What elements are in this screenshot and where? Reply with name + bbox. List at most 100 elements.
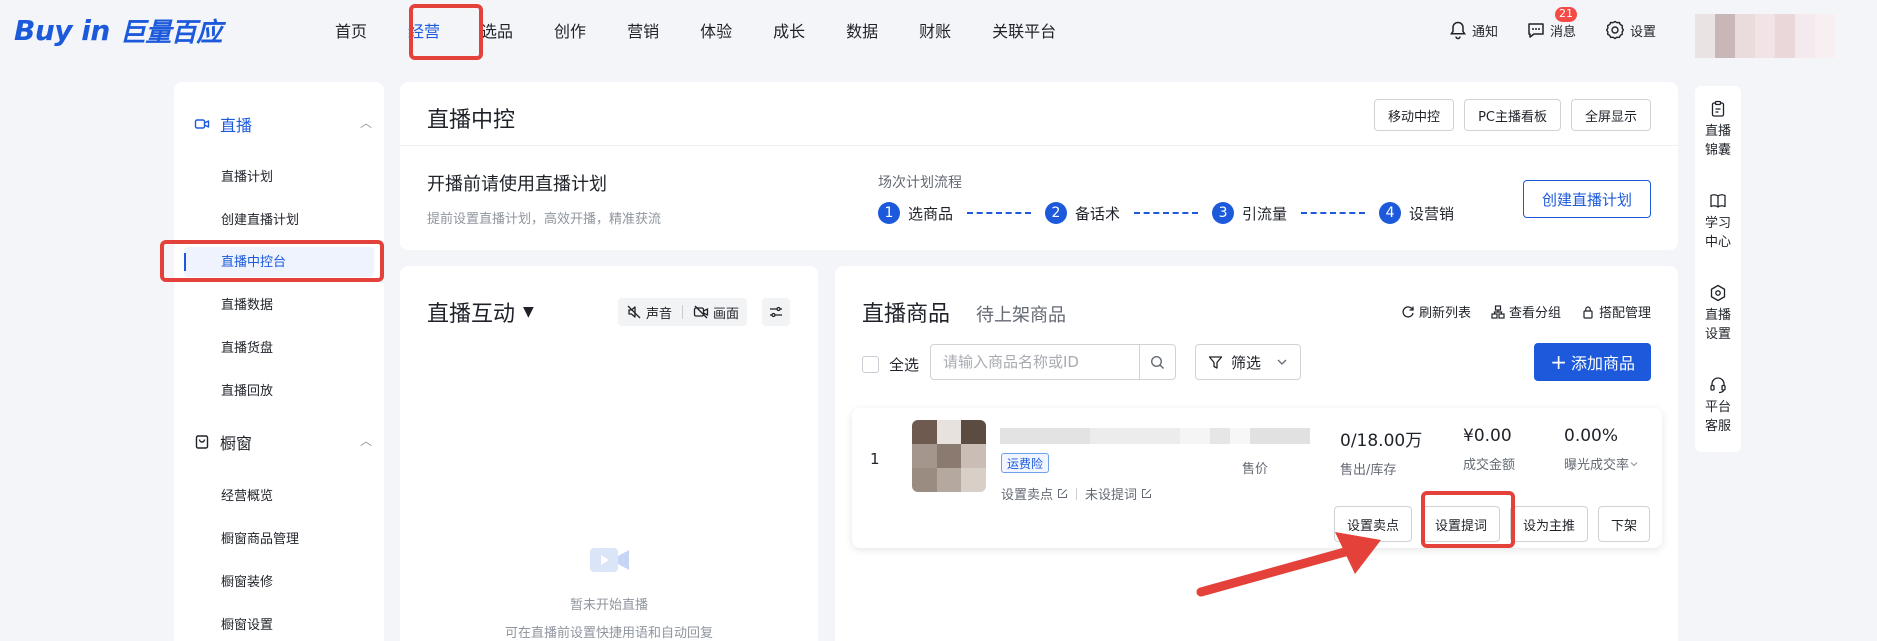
interaction-title-label: 直播互动 <box>427 302 516 327</box>
nav-marketing[interactable]: 营销 <box>627 18 659 42</box>
gear-icon <box>1606 20 1625 40</box>
console-header: 直播中控 移动中控 PC主播看板 全屏显示 开播前请使用直播计划 提前设置直播计… <box>400 82 1678 250</box>
sidebar: 直播 ︿ 直播计划 创建直播计划 直播中控台 直播数据 直播货盘 直播回放 橱窗… <box>174 82 384 641</box>
message-badge: 21 <box>1555 7 1578 22</box>
message-button[interactable]: 消息 21 <box>1526 7 1578 40</box>
fullscreen-button[interactable]: 全屏显示 <box>1570 99 1651 131</box>
select-all-checkbox[interactable] <box>862 356 879 373</box>
nav-creation[interactable]: 创作 <box>554 18 586 42</box>
sidebar-item-live-plan[interactable]: 直播计划 <box>221 166 273 185</box>
step-connector <box>1301 212 1366 214</box>
product-actions: 刷新列表 查看分组 搭配管理 <box>1381 302 1651 321</box>
sidebar-item-showcase-settings[interactable]: 橱窗设置 <box>221 614 273 633</box>
select-all[interactable]: 全选 <box>862 354 919 375</box>
sidebar-item-overview[interactable]: 经营概览 <box>221 485 273 504</box>
flow-step: 4 设营销 <box>1379 202 1454 224</box>
screen-label: 画面 <box>713 306 740 322</box>
sidebar-item-live-data[interactable]: 直播数据 <box>221 294 273 313</box>
step-number: 2 <box>1045 202 1068 224</box>
view-groups-button[interactable]: 查看分组 <box>1491 302 1561 321</box>
step-label: 设营销 <box>1409 204 1455 223</box>
tab-pending-products[interactable]: 待上架商品 <box>976 301 1066 327</box>
bell-icon <box>1449 21 1467 40</box>
rail-live-tips[interactable]: 直播 锦囊 <box>1695 100 1741 160</box>
brand-logo[interactable]: Buy in 巨量百应 <box>14 12 222 48</box>
caret-down-icon: ▼ <box>523 304 534 320</box>
step-label: 备话术 <box>1075 204 1121 223</box>
nav-selection[interactable]: 选品 <box>481 18 513 42</box>
lock-icon <box>1583 305 1593 319</box>
refresh-list-button[interactable]: 刷新列表 <box>1401 302 1471 321</box>
stat-value: 0/18.00万 <box>1340 431 1423 451</box>
delist-button[interactable]: 下架 <box>1597 506 1650 542</box>
sidebar-item-showcase-decor[interactable]: 橱窗装修 <box>221 571 273 590</box>
sound-toggle[interactable]: 声音 <box>626 303 672 322</box>
showcase-icon <box>195 435 209 449</box>
sidebar-group-showcase-label: 橱窗 <box>220 434 253 453</box>
step-number: 3 <box>1212 202 1235 224</box>
page-title: 直播中控 <box>427 108 516 133</box>
rail-customer-service[interactable]: 平台 客服 <box>1695 376 1741 436</box>
message-icon <box>1528 23 1544 38</box>
prompt-link[interactable]: 未设提词 <box>1085 484 1152 503</box>
highlight-box-prompt-button <box>1421 491 1515 548</box>
bundle-manage-button[interactable]: 搭配管理 <box>1581 302 1651 321</box>
nav-related-platform[interactable]: 关联平台 <box>992 18 1056 42</box>
chevron-up-icon[interactable]: ︿ <box>360 432 372 449</box>
step-connector <box>967 212 1032 214</box>
bundle-manage-label: 搭配管理 <box>1598 306 1651 321</box>
search-button[interactable] <box>1139 345 1175 379</box>
product-search-input[interactable] <box>931 345 1140 379</box>
divider <box>1076 487 1078 500</box>
screen-toggle[interactable]: 画面 <box>693 303 739 322</box>
rail-live-settings[interactable]: 直播 设置 <box>1695 284 1741 344</box>
rail-label: 直播 <box>1704 124 1731 139</box>
add-product-button[interactable]: + 添加商品 <box>1534 343 1651 381</box>
notify-button[interactable]: 通知 <box>1448 20 1498 40</box>
mobile-console-button[interactable]: 移动中控 <box>1374 99 1455 131</box>
product-thumbnail[interactable] <box>912 420 986 492</box>
nav-home[interactable]: 首页 <box>335 18 367 42</box>
adjust-settings-button[interactable] <box>762 298 790 326</box>
rail-learning-center[interactable]: 学习 中心 <box>1695 192 1741 252</box>
search-icon <box>1151 355 1165 369</box>
nav-data[interactable]: 数据 <box>846 18 878 42</box>
stat-conversion: 0.00% 曝光成交率 <box>1564 426 1639 473</box>
price-label: 售价 <box>1242 462 1269 477</box>
annotation-arrow <box>1196 532 1381 597</box>
sidebar-item-showcase-goods[interactable]: 橱窗商品管理 <box>221 528 299 547</box>
live-interaction-panel: 直播互动 ▼ 声音 画面 暂未开始直播 可在直播前设置快捷用语和自动回复 <box>400 266 818 641</box>
plan-title: 开播前请使用直播计划 <box>427 174 607 195</box>
add-product-label: 添加商品 <box>1570 354 1635 373</box>
set-selling-point-link[interactable]: 设置卖点 <box>1001 484 1068 503</box>
create-live-plan-button[interactable]: 创建直播计划 <box>1522 180 1651 218</box>
stat-sold-stock: 0/18.00万 售出/库存 <box>1340 426 1422 478</box>
tab-live-products[interactable]: 直播商品 <box>862 296 950 328</box>
stat-conversion-label[interactable]: 曝光成交率 <box>1564 454 1639 473</box>
empty-state-title: 暂未开始直播 <box>569 598 648 613</box>
chevron-up-icon[interactable]: ︿ <box>360 114 372 131</box>
nav-growth[interactable]: 成长 <box>773 18 805 42</box>
sidebar-item-live-replay[interactable]: 直播回放 <box>221 380 273 399</box>
sidebar-item-live-goods[interactable]: 直播货盘 <box>221 337 273 356</box>
stat-value: ¥0.00 <box>1463 426 1512 446</box>
filter-dropdown[interactable]: 筛选 <box>1195 344 1301 380</box>
sidebar-group-live[interactable]: 直播 <box>194 112 252 136</box>
product-search <box>930 344 1176 380</box>
interaction-title[interactable]: 直播互动 ▼ <box>427 296 534 328</box>
sidebar-group-live-label: 直播 <box>220 116 253 135</box>
set-featured-button[interactable]: 设为主推 <box>1509 506 1588 542</box>
avatar[interactable] <box>1695 14 1835 58</box>
sidebar-item-create-plan[interactable]: 创建直播计划 <box>221 209 299 228</box>
stat-gmv: ¥0.00 成交金额 <box>1463 426 1515 473</box>
sidebar-group-showcase[interactable]: 橱窗 <box>194 430 252 454</box>
select-all-label: 全选 <box>889 356 920 374</box>
settings-button[interactable]: 设置 <box>1604 19 1656 41</box>
plus-icon: + <box>1550 350 1567 374</box>
pc-anchor-board-button[interactable]: PC主播看板 <box>1464 99 1561 131</box>
flow-step: 3 引流量 <box>1212 202 1287 224</box>
message-label: 消息 <box>1550 24 1577 40</box>
nav-finance[interactable]: 财账 <box>919 18 951 42</box>
hexagon-settings-icon <box>1710 284 1726 302</box>
nav-experience[interactable]: 体验 <box>700 18 732 42</box>
